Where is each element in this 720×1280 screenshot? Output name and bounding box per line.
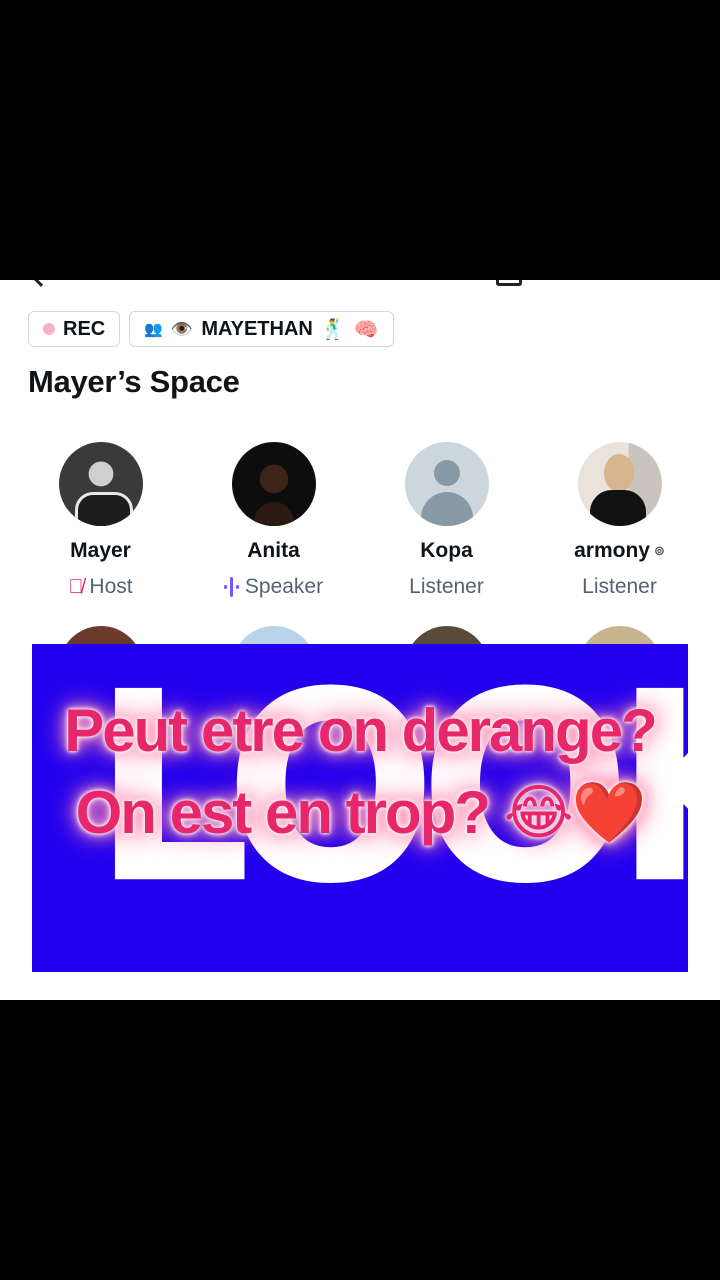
rec-chip: REC: [28, 311, 121, 347]
participant-role: Listener: [582, 575, 657, 599]
participant-name: Anita: [247, 539, 300, 562]
letterbox-top: [0, 0, 720, 280]
share-icon[interactable]: [496, 280, 522, 286]
role-label: Speaker: [244, 575, 324, 598]
participant-kopa[interactable]: Kopa Listener: [360, 442, 533, 599]
brain-emoji: 🧠: [353, 318, 379, 341]
space-chips: REC 👥 👁️ MAYETHAN 🕺 🧠: [28, 311, 394, 347]
avatar[interactable]: [577, 442, 662, 526]
caption-line-2: On est en trop? 😂❤️: [75, 779, 647, 846]
role-label: Host: [89, 575, 133, 598]
caption-line-1: Peut etre on derange?: [64, 697, 657, 764]
avatar[interactable]: [58, 442, 143, 526]
record-dot-icon: [43, 323, 55, 335]
back-icon[interactable]: [31, 280, 51, 287]
default-avatar[interactable]: [404, 442, 489, 526]
participant-name-row: armony ⊚: [574, 539, 665, 563]
participant-armony[interactable]: armony ⊚ Listener: [533, 442, 706, 599]
avatar[interactable]: [231, 442, 316, 526]
role-label: Listener: [582, 575, 657, 598]
participant-name: armony: [574, 539, 650, 562]
participant-anita[interactable]: Anita Speaker: [187, 442, 360, 599]
letterbox-bottom: [0, 1000, 720, 1280]
rec-label: REC: [63, 317, 106, 340]
participant-role: Speaker: [223, 575, 324, 599]
participant-role: 🎙̸ Host: [68, 575, 132, 599]
participant-role: Listener: [409, 575, 484, 599]
mic-off-icon: 🎙̸: [68, 575, 84, 598]
speaking-icon: [223, 577, 239, 597]
dancer-emoji: 🕺: [320, 318, 346, 341]
video-caption: Peut etre on derange? On est en trop? 😂❤…: [0, 690, 720, 854]
eye-icon: 👁️: [170, 318, 194, 339]
community-label: MAYETHAN: [201, 317, 313, 340]
space-title: Mayer’s Space: [28, 364, 240, 399]
participant-name: Kopa: [420, 539, 473, 562]
participant-mayer[interactable]: Mayer 🎙̸ Host: [14, 442, 187, 599]
role-label: Listener: [409, 575, 484, 598]
people-icon: 👥: [144, 321, 163, 338]
participants-grid: Mayer 🎙̸ Host Anita Speaker Kopa Listene…: [14, 442, 706, 599]
space-screen: REC 👥 👁️ MAYETHAN 🕺 🧠 Mayer’s Space Maye…: [0, 280, 720, 1000]
badge-icon: ⊚: [653, 543, 665, 558]
community-chip[interactable]: 👥 👁️ MAYETHAN 🕺 🧠: [129, 311, 394, 347]
participant-name: Mayer: [70, 539, 131, 562]
